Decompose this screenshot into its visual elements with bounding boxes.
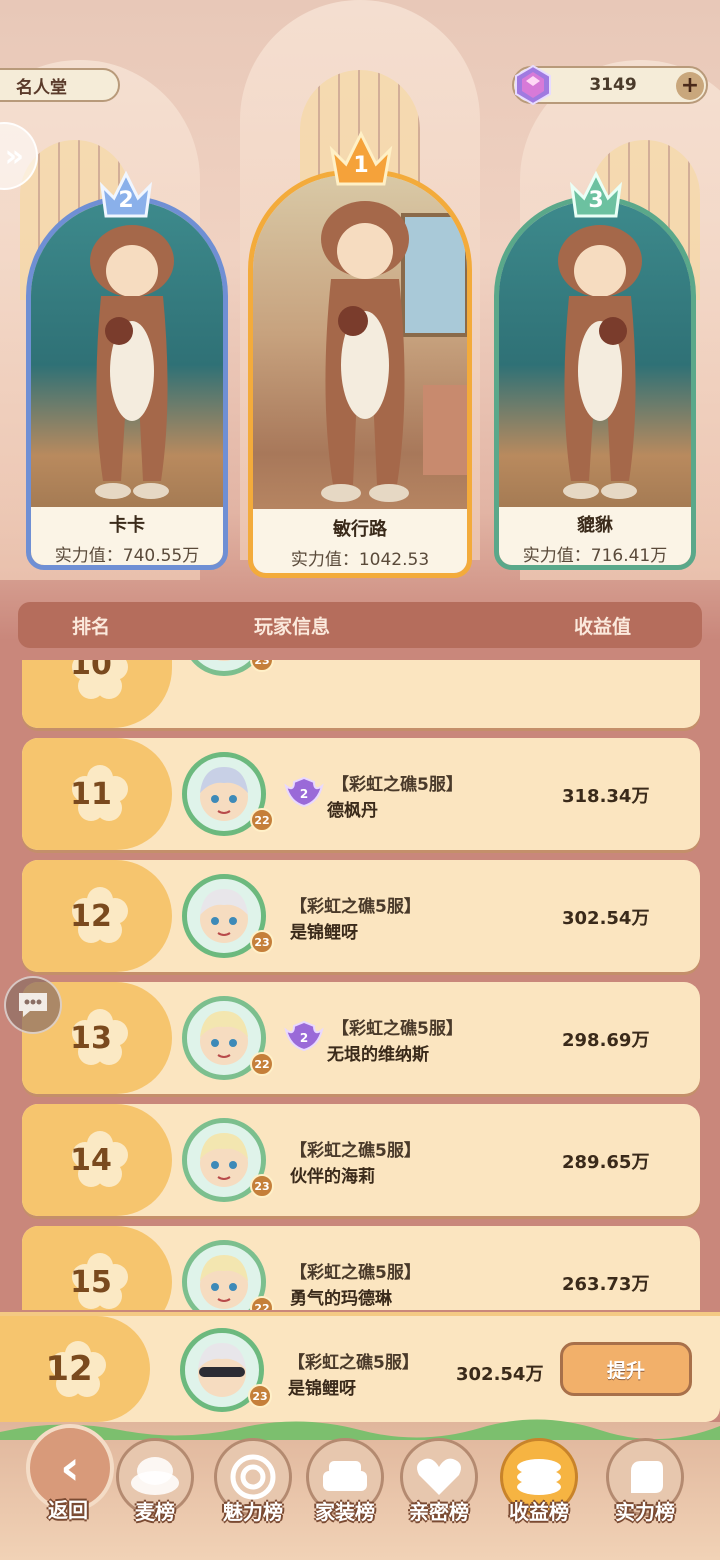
level-badge: 23	[250, 660, 274, 672]
podium-card-rank-3[interactable]: 貔貅 实力值：716.41万	[494, 196, 696, 570]
my-server: 【彩虹之礁5服】	[288, 1353, 419, 1373]
level-badge: 22	[250, 1052, 274, 1076]
income-value: 302.54万	[562, 908, 650, 929]
crown-number: 3	[588, 187, 604, 213]
income-value: 263.73万	[562, 1274, 650, 1295]
hall-of-fame-label: 名人堂	[16, 77, 67, 98]
player-avatar[interactable]: 22	[182, 996, 274, 1082]
level-badge: 22	[250, 1296, 274, 1310]
crown-rank-1: 1	[326, 128, 396, 190]
tab-income-label: 收益榜	[509, 1500, 569, 1524]
player-avatar[interactable]: 23	[182, 874, 274, 960]
income-value: 318.34万	[562, 786, 650, 807]
tab-decor-label: 家装榜	[315, 1500, 375, 1524]
player-avatar[interactable]: 22	[182, 1240, 274, 1310]
podium-power: 实力值：1042.53	[290, 550, 430, 570]
player-name: 无垠的维纳斯	[327, 1045, 429, 1065]
rank-number: 15	[70, 1264, 112, 1300]
rank-number: 14	[70, 1142, 112, 1178]
rank-number: 10	[70, 660, 112, 682]
vip-badge-icon: 2	[284, 1020, 324, 1052]
add-gems-button[interactable]: +	[676, 72, 704, 100]
crown-rank-3: 3	[566, 166, 626, 222]
server-name: 【彩虹之礁5服】	[332, 775, 463, 795]
tab-hidden[interactable]: 麦榜	[110, 1438, 200, 1548]
hall-of-fame-title: 名人堂	[0, 68, 120, 102]
server-name: 【彩虹之礁5服】	[332, 1019, 463, 1039]
table-row[interactable]: 15 22 【彩虹之礁5服】 勇气的玛德琳 263.73万	[22, 1226, 700, 1310]
crown-number: 1	[353, 152, 369, 178]
tab-intimacy[interactable]: 亲密榜	[394, 1438, 484, 1548]
podium-name: 貔貅	[577, 515, 613, 536]
tab-power-label: 实力榜	[615, 1500, 675, 1524]
tab-income[interactable]: 收益榜	[494, 1438, 584, 1548]
income-value: 298.69万	[562, 1030, 650, 1051]
my-income: 302.54万	[456, 1364, 544, 1385]
my-player-name: 是锦鲤呀	[288, 1379, 356, 1399]
table-row[interactable]: 11 22 2 【彩虹之礁5服】 德枫丹 318.34万	[22, 738, 700, 850]
my-rank-number: 12	[45, 1349, 93, 1389]
server-name: 【彩虹之礁5服】	[290, 1263, 421, 1283]
table-row[interactable]: 12 23 【彩虹之礁5服】 是锦鲤呀 302.54万	[22, 860, 700, 972]
column-player-info: 玩家信息	[254, 615, 331, 638]
player-avatar[interactable]: 22	[182, 752, 274, 838]
server-name: 【彩虹之礁5服】	[290, 1141, 421, 1161]
ranking-list[interactable]: 10 23 2 【彩虹之礁5服】 依兰 319.06万	[0, 660, 720, 1310]
podium-power: 实力值：716.41万	[522, 546, 668, 566]
ranking-table-header: 排名 玩家信息 收益值	[18, 602, 702, 648]
avatar-face-icon	[200, 1255, 248, 1309]
tab-decor[interactable]: 家装榜	[300, 1438, 390, 1548]
player-avatar[interactable]: 23	[182, 660, 274, 678]
level-badge: 23	[248, 1384, 272, 1408]
table-row[interactable]: 14 23 【彩虹之礁5服】 伙伴的海莉 289.65万	[22, 1104, 700, 1216]
player-name: 勇气的玛德琳	[290, 1289, 392, 1309]
player-name: 伙伴的海莉	[290, 1167, 375, 1187]
rank-cell: 14	[22, 1104, 172, 1216]
level-badge: 23	[250, 1174, 274, 1198]
gem-balance: 3149 +	[512, 64, 708, 106]
income-value: 289.65万	[562, 1152, 650, 1173]
podium-card-rank-2[interactable]: 卡卡 实力值：740.55万	[26, 196, 228, 570]
player-name: 德枫丹	[327, 801, 378, 821]
crown-rank-2: 2	[96, 166, 156, 222]
back-button[interactable]: ‹ 返回	[18, 1424, 118, 1544]
rank-cell: 12	[0, 1316, 150, 1422]
podium-card-rank-1[interactable]: 敏行路 实力值：1042.53	[248, 170, 472, 578]
rank-cell: 12	[22, 860, 172, 972]
podium-power: 实力值：740.55万	[54, 546, 200, 566]
table-row[interactable]: 10 23 2 【彩虹之礁5服】 依兰 319.06万	[22, 660, 700, 728]
tab-hidden-label: 麦榜	[135, 1500, 175, 1524]
gem-icon	[515, 64, 551, 106]
table-row[interactable]: 13 22 2 【彩虹之礁5服】 无垠的维纳斯 298.69万	[22, 982, 700, 1094]
level-badge: 23	[250, 930, 274, 954]
podium-name: 卡卡	[109, 515, 145, 536]
chat-icon[interactable]	[4, 976, 62, 1034]
rank-number: 12	[70, 898, 112, 934]
level-badge: 22	[250, 808, 274, 832]
podium-name: 敏行路	[333, 519, 387, 540]
tab-charm[interactable]: 魅力榜	[208, 1438, 298, 1548]
server-name: 【彩虹之礁5服】	[290, 897, 421, 917]
column-income: 收益值	[574, 615, 632, 638]
column-rank: 排名	[72, 615, 111, 638]
player-name: 是锦鲤呀	[290, 923, 358, 943]
my-avatar[interactable]: 23	[180, 1328, 272, 1414]
tab-power[interactable]: 实力榜	[600, 1438, 690, 1548]
vip-badge-icon: 2	[284, 776, 324, 808]
vip-level: 2	[300, 787, 308, 801]
back-label: 返回	[48, 1498, 88, 1522]
rank-cell: 15	[22, 1226, 172, 1310]
my-ranking-row: 12 23 【彩虹之礁5服】 是锦鲤呀 302.54万 提升	[0, 1312, 720, 1422]
crown-number: 2	[118, 187, 134, 213]
rank-cell: 11	[22, 738, 172, 850]
boost-button[interactable]: 提升	[560, 1342, 692, 1396]
tab-intimacy-label: 亲密榜	[409, 1500, 469, 1524]
gem-count: 3149	[589, 75, 637, 95]
rank-cell: 10	[22, 660, 172, 728]
vip-level: 2	[300, 1031, 308, 1045]
rank-number: 11	[70, 776, 112, 812]
tab-charm-label: 魅力榜	[223, 1500, 283, 1524]
player-avatar[interactable]: 23	[182, 1118, 274, 1204]
